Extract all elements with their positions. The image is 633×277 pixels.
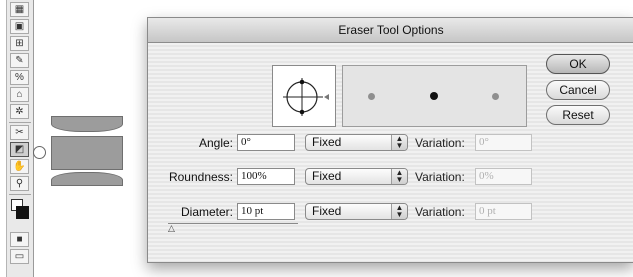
diameter-mode-select[interactable]: Fixed ▲ ▼ — [305, 203, 408, 220]
diameter-slider-thumb-icon[interactable]: △ — [168, 224, 175, 233]
cancel-button[interactable]: Cancel — [546, 80, 610, 100]
graph-tool-icon[interactable]: ▦ — [10, 2, 29, 17]
eyedropper-tool-icon[interactable]: ✎ — [10, 53, 29, 68]
ok-button[interactable]: OK — [546, 54, 610, 74]
artboard-tool-icon[interactable]: ▣ — [10, 19, 29, 34]
diameter-mode-value: Fixed — [312, 204, 342, 218]
select-arrows-icon: ▲ ▼ — [391, 169, 407, 184]
dialog-body: OK Cancel Reset Angle: 0° Fixed ▲ ▼ Varia… — [148, 43, 633, 262]
reset-button[interactable]: Reset — [546, 105, 610, 125]
live-paint-tool-icon[interactable]: ⌂ — [10, 87, 29, 102]
preview-dot-max — [492, 93, 499, 100]
brush-size-preview — [342, 65, 527, 127]
tools-panel: ▦ ▣ ⊞ ✎ % ⌂ ✲ ✂ ◩ ✋ ⚲ ■ ▭ — [6, 0, 34, 277]
angle-label: Angle: — [198, 136, 233, 150]
hand-tool-icon[interactable]: ✋ — [10, 159, 29, 174]
toolbar-divider — [9, 122, 31, 123]
angle-variation-label: Variation: — [415, 136, 465, 150]
slice-tool-icon[interactable]: ✂ — [10, 125, 29, 140]
preview-dot-min — [368, 93, 375, 100]
stroke-swatch-icon[interactable] — [16, 206, 29, 219]
screen-mode-icon[interactable]: ▭ — [10, 249, 29, 264]
eraser-cursor-icon — [33, 146, 46, 159]
select-arrows-icon: ▲ ▼ — [391, 204, 407, 219]
select-arrows-icon: ▲ ▼ — [391, 135, 407, 150]
blend-tool-icon[interactable]: % — [10, 70, 29, 85]
artwork-stroke-bottom — [51, 172, 123, 186]
roundness-input[interactable]: 100% — [237, 168, 295, 185]
angle-variation-input: 0° — [475, 134, 532, 151]
roundness-mode-select[interactable]: Fixed ▲ ▼ — [305, 168, 408, 185]
preview-dot-current — [430, 92, 438, 100]
mesh-tool-icon[interactable]: ⊞ — [10, 36, 29, 51]
zoom-tool-icon[interactable]: ⚲ — [10, 176, 29, 191]
diameter-input[interactable]: 10 pt — [237, 203, 295, 220]
angle-mode-value: Fixed — [312, 135, 342, 149]
dialog-title: Eraser Tool Options — [148, 18, 633, 43]
roundness-mode-value: Fixed — [312, 169, 342, 183]
eraser-tool-icon[interactable]: ◩ — [10, 142, 29, 157]
artwork-stroke-top — [51, 116, 123, 132]
roundness-variation-input: 0% — [475, 168, 532, 185]
symbol-sprayer-tool-icon[interactable]: ✲ — [10, 104, 29, 119]
roundness-label: Roundness: — [168, 170, 233, 184]
brush-angle-preview[interactable] — [272, 65, 336, 127]
eraser-tool-options-dialog: Eraser Tool Options OK Cancel Reset Angl… — [147, 17, 633, 263]
color-mode-icon[interactable]: ■ — [10, 232, 29, 247]
angle-input[interactable]: 0° — [237, 134, 295, 151]
roundness-variation-label: Variation: — [415, 170, 465, 184]
toolbar-divider — [9, 194, 31, 195]
angle-crosshair-icon — [283, 78, 329, 116]
diameter-label: Diameter: — [180, 205, 233, 219]
diameter-variation-input: 0 pt — [475, 203, 532, 220]
diameter-slider-track[interactable] — [168, 223, 298, 224]
angle-mode-select[interactable]: Fixed ▲ ▼ — [305, 134, 408, 151]
diameter-variation-label: Variation: — [415, 205, 465, 219]
artwork-stroke-middle — [51, 136, 123, 170]
